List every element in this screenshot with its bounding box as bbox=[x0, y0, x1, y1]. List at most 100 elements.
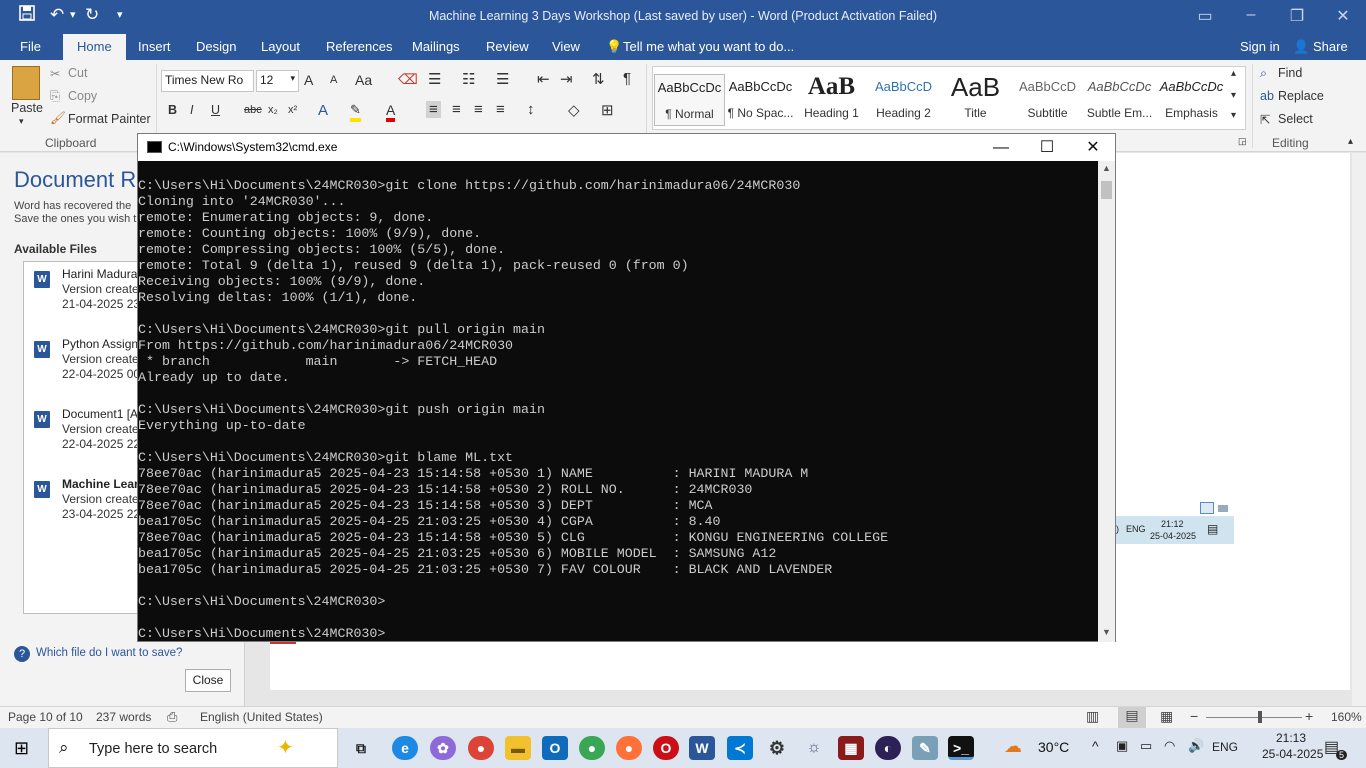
camera-icon[interactable]: ▣ bbox=[1116, 738, 1128, 754]
font-size-box[interactable]: 12 ▾ bbox=[256, 70, 299, 92]
grow-font-icon[interactable]: A bbox=[304, 72, 313, 88]
paste-icon[interactable] bbox=[12, 66, 40, 100]
chrome-profile-icon[interactable]: ● bbox=[579, 736, 605, 760]
styles-more-icon[interactable]: ▾ bbox=[1231, 110, 1236, 121]
tab-references[interactable]: References bbox=[326, 39, 392, 54]
shrink-font-icon[interactable]: A bbox=[330, 74, 337, 86]
zoom-in-icon[interactable]: + bbox=[1305, 708, 1313, 724]
align-right-icon[interactable]: ≡ bbox=[474, 101, 483, 118]
align-left-icon[interactable]: ≡ bbox=[426, 101, 441, 118]
tab-file[interactable]: File bbox=[20, 39, 41, 54]
clock-time[interactable]: 21:13 bbox=[1276, 731, 1306, 745]
share-button[interactable]: Share bbox=[1313, 39, 1348, 54]
scroll-up-icon[interactable]: ▲ bbox=[1102, 163, 1111, 173]
align-center-icon[interactable]: ≡ bbox=[452, 101, 461, 118]
paste-dropdown-icon[interactable]: ▾ bbox=[19, 116, 24, 127]
show-hidden-icons-icon[interactable]: ^ bbox=[1092, 738, 1099, 754]
edge-icon[interactable]: e bbox=[392, 736, 418, 760]
find-icon[interactable]: ⌕ bbox=[1260, 66, 1267, 81]
underline-icon[interactable]: U bbox=[211, 103, 220, 117]
style-normal[interactable]: AaBbCcDc ¶ Normal bbox=[654, 74, 725, 126]
which-file-link[interactable]: Which file do I want to save? bbox=[36, 647, 182, 659]
share-icon[interactable]: 👤 bbox=[1293, 39, 1309, 55]
tab-review[interactable]: Review bbox=[486, 39, 529, 54]
find-button[interactable]: Find bbox=[1278, 66, 1302, 80]
cut-icon[interactable]: ✂ bbox=[50, 66, 60, 81]
word-count[interactable]: 237 words bbox=[96, 710, 151, 724]
shading-icon[interactable]: ◇ bbox=[568, 101, 580, 119]
document-scrollbar[interactable] bbox=[1352, 153, 1366, 706]
style-emphasis[interactable]: AaBbCcDc Emphasis bbox=[1156, 74, 1227, 126]
close-icon[interactable]: ✕ bbox=[1328, 6, 1358, 26]
outlook-icon[interactable]: O bbox=[542, 736, 568, 760]
zoom-slider-track[interactable] bbox=[1206, 717, 1302, 718]
copy-icon[interactable]: ⎘ bbox=[50, 89, 60, 104]
ribbon-display-icon[interactable]: ▭ bbox=[1190, 6, 1220, 26]
volume-icon[interactable]: 🔊 bbox=[1188, 738, 1204, 754]
superscript-icon[interactable]: x² bbox=[288, 104, 297, 116]
minimize-icon[interactable]: – bbox=[1236, 6, 1266, 24]
cmd-title-bar[interactable]: C:\Windows\System32\cmd.exe — ☐ ✕ bbox=[138, 134, 1115, 161]
proofing-icon[interactable]: ⎙ bbox=[167, 709, 177, 725]
taskbar-search-box[interactable]: ⌕ Type here to search ✦ bbox=[48, 728, 338, 768]
settings-gear-icon[interactable]: ⚙ bbox=[764, 736, 790, 760]
weather-temp[interactable]: 30°C bbox=[1038, 739, 1069, 755]
winrar-icon[interactable]: ▦ bbox=[838, 736, 864, 760]
bold-icon[interactable]: B bbox=[168, 103, 177, 117]
styles-launcher-icon[interactable]: ◲ bbox=[1238, 136, 1247, 147]
font-color-icon[interactable]: A bbox=[386, 102, 396, 122]
collapse-ribbon-icon[interactable]: ▴ bbox=[1348, 136, 1353, 147]
paste-button[interactable]: Paste bbox=[11, 101, 43, 115]
file-explorer-icon[interactable]: ▬ bbox=[505, 736, 531, 760]
style-no-spacing[interactable]: AaBbCcDc ¶ No Spac... bbox=[725, 74, 796, 126]
sign-in-link[interactable]: Sign in bbox=[1240, 39, 1280, 54]
format-painter-button[interactable]: Format Painter bbox=[68, 112, 151, 126]
zoom-out-icon[interactable]: − bbox=[1190, 708, 1198, 724]
tab-insert[interactable]: Insert bbox=[138, 39, 171, 54]
replace-button[interactable]: Replace bbox=[1278, 89, 1324, 103]
multilevel-list-icon[interactable]: ☰ bbox=[496, 70, 509, 88]
change-case-icon[interactable]: Aa bbox=[355, 72, 372, 88]
wifi-icon[interactable]: ◠ bbox=[1164, 738, 1175, 754]
clear-formatting-icon[interactable]: ⌫ bbox=[398, 71, 418, 88]
select-icon[interactable]: ⇱ bbox=[1260, 112, 1270, 127]
font-name-box[interactable]: Times New Ro bbox=[161, 70, 254, 92]
justify-icon[interactable]: ≡ bbox=[496, 101, 505, 118]
line-spacing-icon[interactable]: ↕ bbox=[527, 101, 535, 118]
vscode-icon[interactable]: ≺ bbox=[727, 736, 753, 760]
cmd-taskbar-icon[interactable]: >_ bbox=[948, 736, 974, 760]
read-mode-icon[interactable]: ▥ bbox=[1086, 708, 1099, 725]
word-taskbar-icon[interactable]: W bbox=[689, 736, 715, 760]
style-title[interactable]: AaB Title bbox=[940, 74, 1011, 126]
decrease-indent-icon[interactable]: ⇤ bbox=[537, 70, 550, 88]
tab-mailings[interactable]: Mailings bbox=[412, 39, 460, 54]
borders-icon[interactable]: ⊞ bbox=[601, 101, 614, 119]
tab-layout[interactable]: Layout bbox=[261, 39, 300, 54]
cmd-close-icon[interactable]: ✕ bbox=[1070, 136, 1116, 159]
page-count[interactable]: Page 10 of 10 bbox=[8, 710, 83, 724]
strikethrough-icon[interactable]: abc bbox=[244, 104, 262, 116]
restore-icon[interactable]: ❐ bbox=[1282, 6, 1312, 26]
start-windows-icon[interactable]: ⊞ bbox=[14, 738, 29, 759]
eclipse-icon[interactable]: ◐ bbox=[875, 736, 901, 760]
cmd-maximize-icon[interactable]: ☐ bbox=[1024, 136, 1070, 159]
network-tool-icon[interactable]: ☼ bbox=[801, 736, 827, 760]
chrome-icon[interactable]: ● bbox=[468, 736, 494, 760]
italic-icon[interactable]: I bbox=[190, 103, 193, 117]
sort-icon[interactable]: ⇅ bbox=[592, 70, 605, 88]
copilot-icon[interactable]: ✿ bbox=[430, 736, 456, 760]
cut-button[interactable]: Cut bbox=[68, 66, 87, 80]
help-icon[interactable]: ? bbox=[14, 646, 30, 662]
cmd-scrollbar-thumb[interactable] bbox=[1101, 181, 1112, 199]
weather-icon[interactable]: ☁ bbox=[1004, 736, 1022, 757]
zoom-slider-thumb[interactable] bbox=[1258, 711, 1262, 723]
cmd-scrollbar[interactable]: ▲ ▼ bbox=[1098, 161, 1115, 642]
notepad-icon[interactable]: ✎ bbox=[912, 736, 938, 760]
style-subtitle[interactable]: AaBbCcD Subtitle bbox=[1012, 74, 1083, 126]
web-layout-icon[interactable]: ▦ bbox=[1160, 708, 1173, 725]
bullets-icon[interactable]: ☰ bbox=[428, 70, 441, 88]
text-effects-icon[interactable]: A bbox=[318, 102, 328, 119]
clock-date[interactable]: 25-04-2025 bbox=[1262, 747, 1323, 761]
style-subtle-emphasis[interactable]: AaBbCcDc Subtle Em... bbox=[1084, 74, 1155, 126]
firefox-icon[interactable]: ● bbox=[616, 736, 642, 760]
